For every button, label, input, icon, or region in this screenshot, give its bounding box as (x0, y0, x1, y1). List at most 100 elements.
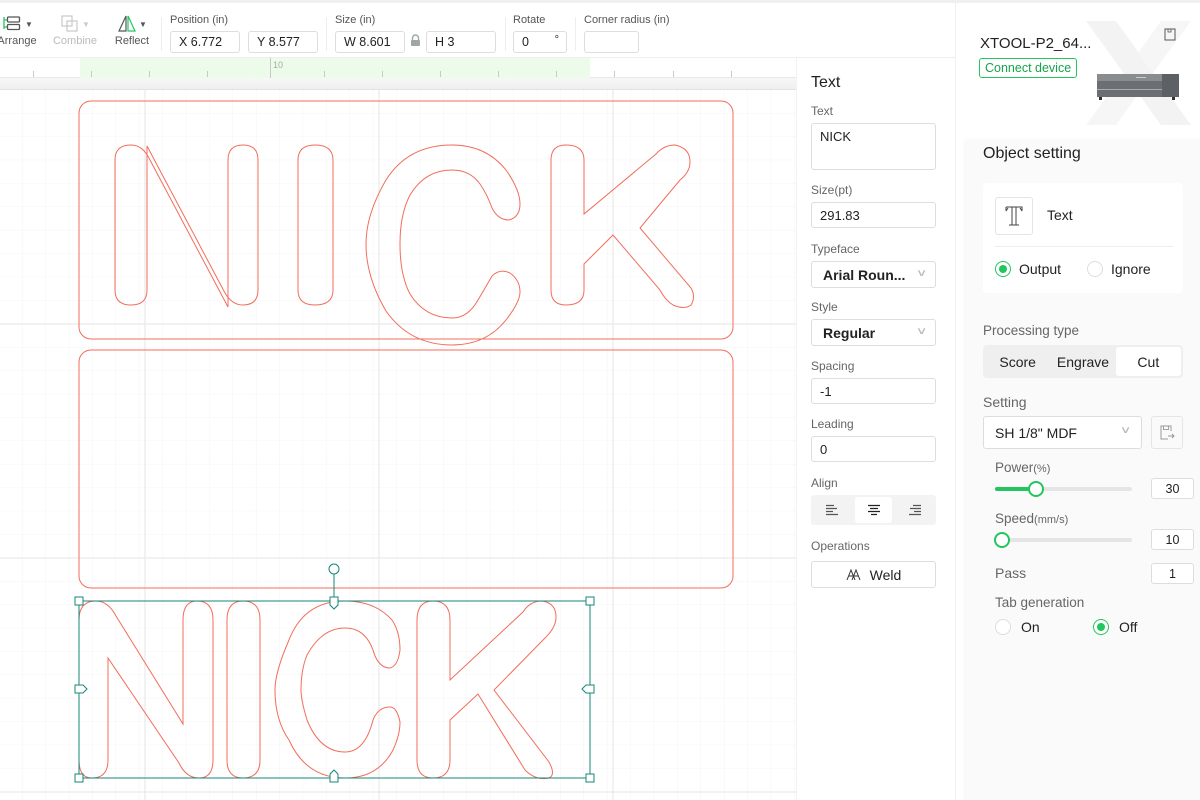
align-right-button[interactable] (896, 497, 934, 523)
align-left-icon (825, 504, 838, 516)
typeface-value: Arial Roun... (823, 267, 906, 283)
tab-off-label: Off (1119, 619, 1138, 635)
align-left-button[interactable] (813, 497, 851, 523)
resize-handle-top-right[interactable] (585, 596, 595, 606)
text-content-input[interactable]: NICK (811, 123, 936, 170)
power-label: Power(%) (995, 460, 1051, 475)
corner-radius-label: Corner radius (in) (584, 14, 670, 26)
processing-cut-button[interactable]: Cut (1115, 347, 1181, 376)
corner-radius-input[interactable] (584, 31, 639, 53)
position-x-input[interactable]: X 6.772 (170, 31, 240, 53)
rotate-input[interactable]: 0 ° (513, 31, 567, 53)
pass-label: Pass (995, 565, 1027, 581)
rotate-handle[interactable] (328, 563, 340, 575)
device-card: XTOOL-P2_64... Connect device (956, 0, 1200, 135)
text-object-icon (995, 197, 1033, 235)
text-label: Text (811, 104, 834, 118)
chevron-down-icon: ∨ (1119, 425, 1132, 436)
processing-type-label: Processing type (983, 323, 1080, 338)
divider (505, 17, 506, 51)
tab-on-label: On (1021, 619, 1040, 635)
position-label: Position (in) (170, 14, 229, 26)
divider (326, 17, 327, 51)
reflect-icon (118, 15, 136, 32)
spacing-label: Spacing (811, 359, 855, 373)
ruler-selection-highlight (80, 58, 590, 78)
save-export-icon (1160, 425, 1175, 440)
divider (995, 246, 1173, 247)
radio-unselected-icon (995, 619, 1011, 635)
position-group: Position (in) (170, 14, 228, 30)
chevron-down-icon: ∨ (915, 326, 928, 337)
object-setting-panel: Object setting Text Output Ignore Proces… (966, 140, 1200, 800)
reflect-label: Reflect (114, 35, 150, 47)
output-radio[interactable]: Output (995, 261, 1061, 277)
font-size-input[interactable]: 291.83 (811, 202, 936, 228)
align-center-button[interactable] (854, 497, 893, 523)
weld-button[interactable]: Weld (811, 561, 936, 588)
power-slider-thumb[interactable] (1028, 481, 1045, 497)
object-card: Text Output Ignore (983, 183, 1183, 293)
height-input[interactable]: H 3 (426, 31, 496, 53)
resize-handle-bottom-right[interactable] (585, 773, 595, 783)
output-label: Output (1019, 261, 1062, 277)
arrange-button[interactable]: ▼ Arrange (0, 13, 40, 47)
setting-label: Setting (983, 394, 1027, 410)
power-slider[interactable] (995, 481, 1132, 497)
speed-slider[interactable] (993, 532, 1132, 548)
align-center-icon (867, 504, 880, 516)
spacing-input[interactable]: -1 (811, 378, 936, 404)
weld-label: Weld (869, 566, 902, 583)
combine-button[interactable]: ▼ Combine (52, 13, 98, 47)
tab-on-radio[interactable]: On (995, 619, 1040, 635)
object-type-label: Text (1047, 207, 1073, 223)
processing-score-button[interactable]: Score (985, 347, 1050, 376)
style-label: Style (811, 300, 838, 314)
processing-engrave-button[interactable]: Engrave (1050, 347, 1115, 376)
combine-icon (61, 15, 78, 32)
material-setting-select[interactable]: SH 1/8" MDF ∨ (983, 416, 1142, 449)
align-label: Align (811, 476, 838, 490)
setting-value: SH 1/8" MDF (995, 425, 1077, 441)
resize-handle-bottom-left[interactable] (74, 773, 84, 783)
chevron-down-icon: ▼ (139, 19, 147, 29)
rotate-value: 0 (522, 35, 529, 49)
horizontal-scrollbar[interactable] (0, 78, 796, 90)
speed-input[interactable]: 10 (1151, 529, 1194, 550)
ignore-label: Ignore (1111, 261, 1151, 277)
power-input[interactable]: 30 (1151, 478, 1194, 499)
toolbar: ▼ Arrange ▼ Combine ▼ Reflect Position (… (0, 0, 955, 58)
reflect-button[interactable]: ▼ Reflect (111, 13, 153, 47)
chevron-down-icon: ▼ (82, 19, 90, 29)
align-group (811, 495, 936, 525)
align-right-icon (909, 504, 922, 516)
save-setting-button[interactable] (1151, 416, 1183, 449)
weld-icon (846, 568, 861, 580)
degree-unit: ° (554, 34, 559, 46)
divider (161, 17, 162, 51)
leading-input[interactable]: 0 (811, 436, 936, 462)
radio-selected-icon (1093, 619, 1109, 635)
speed-slider-thumb[interactable] (993, 532, 1010, 548)
arrange-icon (3, 16, 21, 31)
width-input[interactable]: W 8.601 (335, 31, 405, 53)
connect-device-button[interactable]: Connect device (979, 58, 1078, 78)
tab-off-radio[interactable]: Off (1093, 619, 1137, 635)
radio-unselected-icon (1087, 261, 1103, 277)
typeface-select[interactable]: Arial Roun... ∨ (811, 261, 936, 288)
text-type-icon (1005, 206, 1023, 226)
ignore-radio[interactable]: Ignore (1087, 261, 1151, 277)
chevron-down-icon: ▼ (25, 19, 33, 29)
panel-title: Text (811, 74, 841, 91)
lock-icon[interactable] (410, 34, 421, 47)
pass-input[interactable]: 1 (1151, 563, 1194, 584)
design-canvas[interactable] (0, 90, 796, 800)
laser-machine-image (1097, 74, 1179, 100)
processing-type-segmented: Score Engrave Cut (983, 345, 1183, 378)
resize-handle-top-left[interactable] (74, 596, 84, 606)
device-info-icon[interactable] (1164, 28, 1176, 41)
ruler-label-10: 10 (273, 60, 284, 70)
position-y-input[interactable]: Y 8.577 (248, 31, 318, 53)
style-select[interactable]: Regular ∨ (811, 319, 936, 346)
rotate-group: Rotate (513, 14, 545, 30)
